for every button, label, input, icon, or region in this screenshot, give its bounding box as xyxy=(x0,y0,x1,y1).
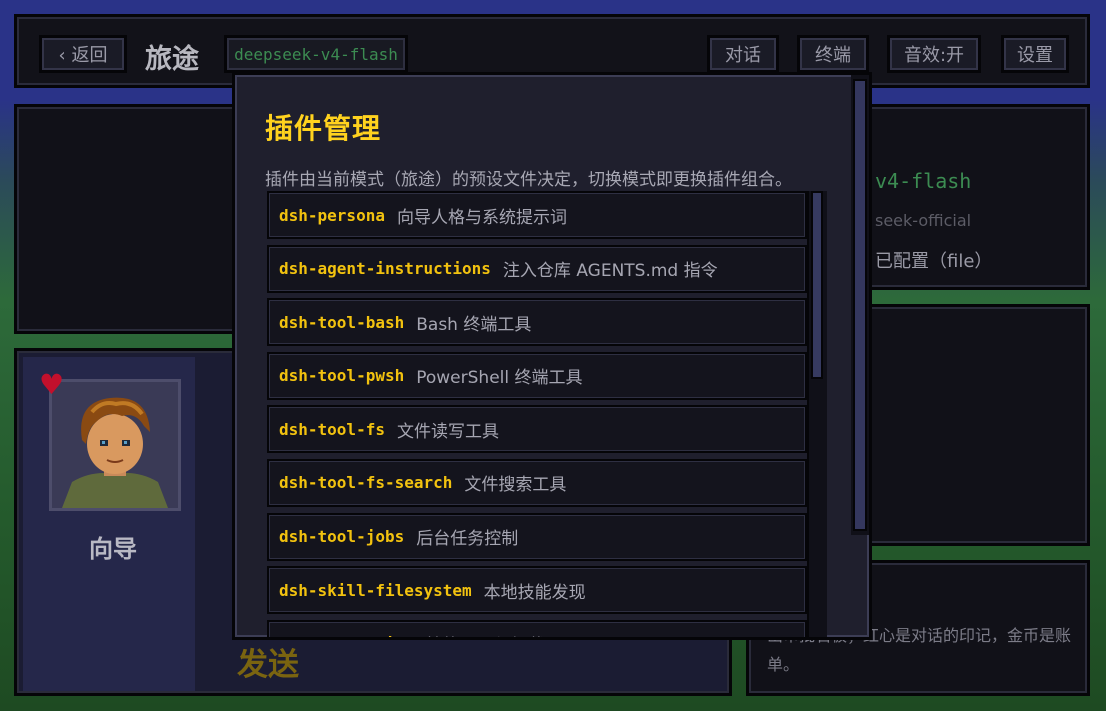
plugin-description: 注入仓库 AGENTS.md 指令 xyxy=(502,261,718,282)
settings-button[interactable]: 设置 xyxy=(1001,35,1069,73)
model-badge[interactable]: deepseek-v4-flash xyxy=(224,35,408,73)
send-button[interactable]: 发送 xyxy=(237,639,299,684)
plugin-item[interactable]: dsh-agent-instructions 注入仓库 AGENTS.md 指令 xyxy=(267,244,807,293)
plugin-description: 文件读写工具 xyxy=(396,421,499,442)
plugin-item[interactable]: dsh-tool-pwsh PowerShell 终端工具 xyxy=(267,351,807,400)
model-info-panel: v4-flash seek-official 已配置（file） xyxy=(862,104,1090,290)
character-card: ♥ 向导 xyxy=(23,357,195,691)
plugin-name: dsh-tool-bash xyxy=(279,312,405,332)
plugin-name: dsh-tool-fs xyxy=(279,419,385,439)
plugin-description: 后台任务控制 xyxy=(416,529,519,550)
character-name: 向导 xyxy=(89,535,137,563)
terminal-button[interactable]: 终端 xyxy=(797,35,869,73)
provider-name: seek-official xyxy=(875,211,972,230)
plugin-item[interactable]: dsh-tool-fs 文件读写工具 xyxy=(267,405,807,454)
plugin-description: Bash 终端工具 xyxy=(416,314,532,335)
character-portrait xyxy=(49,379,181,511)
sound-toggle-button[interactable]: 音效:开 xyxy=(887,35,981,73)
plugin-list[interactable]: dsh-persona 向导人格与系统提示词 dsh-agent-instructi… xyxy=(267,191,807,637)
plugin-name: dsh-tool-skill xyxy=(279,634,414,637)
chat-button[interactable]: 对话 xyxy=(707,35,779,73)
modal-title: 插件管理 xyxy=(265,112,382,145)
plugin-manager-modal: 插件管理 插件由当前模式（旅途）的预设文件决定，切换模式即更换插件组合。 dsh… xyxy=(232,72,872,640)
heart-icon: ♥ xyxy=(39,368,65,401)
status-panel xyxy=(862,304,1090,546)
guide-portrait-icon xyxy=(52,382,178,508)
back-button[interactable]: ‹ 返回 xyxy=(39,35,127,73)
plugin-description: 文件搜索工具 xyxy=(464,475,567,496)
plugin-item[interactable]: dsh-tool-fs-search 文件搜索工具 xyxy=(267,458,807,507)
model-name: v4-flash xyxy=(875,169,972,193)
plugin-item[interactable]: dsh-skill-filesystem 本地技能发现 xyxy=(267,566,807,615)
plugin-description: 向导人格与系统提示词 xyxy=(396,207,567,228)
plugin-name: dsh-tool-jobs xyxy=(279,527,405,547)
modal-scroll-thumb[interactable] xyxy=(853,79,867,531)
modal-scrollbar[interactable] xyxy=(851,75,869,535)
chat-log-panel xyxy=(14,104,264,334)
plugin-list-scrollbar[interactable] xyxy=(807,191,827,637)
plugin-name: dsh-skill-filesystem xyxy=(279,580,472,600)
plugin-name: dsh-tool-pwsh xyxy=(279,366,405,386)
plugin-item[interactable]: dsh-tool-jobs 后台任务控制 xyxy=(267,512,807,561)
plugin-name: dsh-agent-instructions xyxy=(279,259,491,279)
page-title: 旅途 xyxy=(145,44,199,75)
plugin-item[interactable]: dsh-tool-bash Bash 终端工具 xyxy=(267,298,807,347)
plugin-description: PowerShell 终端工具 xyxy=(416,368,583,389)
plugin-name: dsh-tool-fs-search xyxy=(279,473,453,493)
modal-description: 插件由当前模式（旅途）的预设文件决定，切换模式即更换插件组合。 xyxy=(265,170,792,190)
plugin-description: 本地技能发现 xyxy=(483,582,586,603)
config-status: 已配置（file） xyxy=(875,251,993,272)
plugin-name: dsh-persona xyxy=(279,205,385,225)
plugin-list-scroll-thumb[interactable] xyxy=(811,191,823,379)
plugin-item[interactable]: dsh-persona 向导人格与系统提示词 xyxy=(267,191,807,239)
plugin-description: 技能目录与加载工具 xyxy=(426,631,579,637)
plugin-item[interactable]: dsh-tool-skill 技能目录与加载工具 xyxy=(267,619,807,637)
